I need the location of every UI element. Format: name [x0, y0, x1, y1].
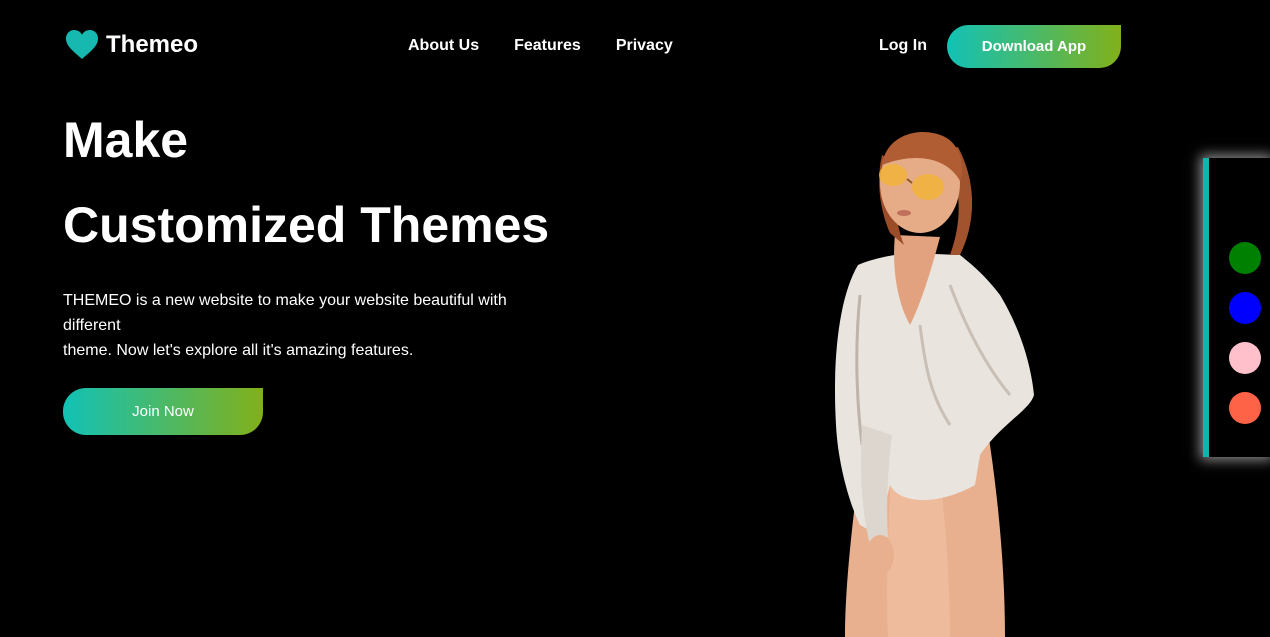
hero-description-line-2: different [63, 317, 121, 334]
theme-color-palette [1203, 158, 1270, 457]
model-photo [834, 132, 1034, 637]
main-nav: About Us Features Privacy [408, 37, 673, 55]
hero-description: THEMEO is a new website to make your web… [63, 288, 553, 363]
login-link[interactable]: Log In [879, 37, 927, 55]
swatch-green[interactable] [1229, 242, 1261, 274]
swatch-tomato[interactable] [1229, 392, 1261, 424]
hero-title-line-1: Make [63, 112, 189, 168]
hero-description-line-1: THEMEO is a new website to make your web… [63, 292, 507, 309]
brand-name: Themeo [106, 31, 199, 58]
download-app-button[interactable]: Download App [947, 25, 1121, 68]
heart-icon [66, 30, 98, 59]
join-now-button[interactable]: Join Now [63, 388, 263, 435]
hero-title-line-2: Customized Themes [63, 197, 550, 253]
nav-privacy[interactable]: Privacy [616, 37, 673, 55]
brand-logo[interactable]: Themeo [66, 30, 198, 60]
nav-features[interactable]: Features [514, 37, 581, 55]
nav-about-us[interactable]: About Us [408, 37, 479, 55]
swatch-black[interactable] [1229, 191, 1261, 223]
swatch-blue[interactable] [1229, 292, 1261, 324]
hero-description-line-3: theme. Now let's explore all it's amazin… [63, 342, 414, 359]
swatch-pink[interactable] [1229, 342, 1261, 374]
